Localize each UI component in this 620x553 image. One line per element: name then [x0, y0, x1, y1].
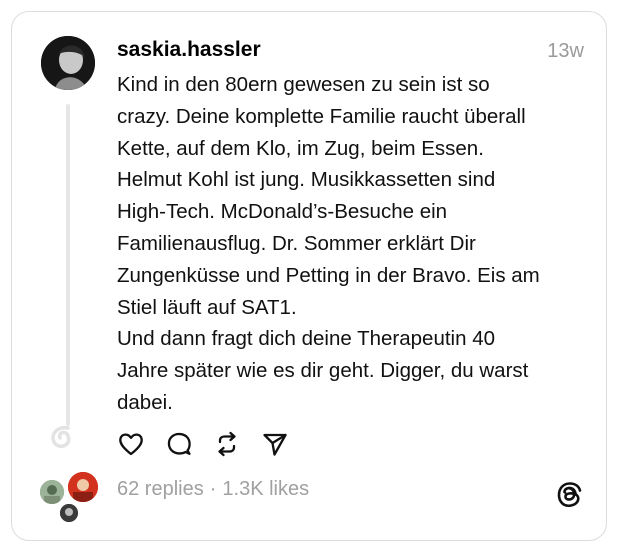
- heart-icon: [119, 433, 143, 456]
- username[interactable]: saskia.hassler: [117, 38, 261, 62]
- replier-avatar: [38, 478, 66, 506]
- post-text-line: dabei.: [117, 390, 173, 414]
- post-text-line: crazy. Deine komplette Familie raucht üb…: [117, 104, 526, 128]
- post-text-line: Kind in den 80ern gewesen zu sein ist so: [117, 73, 490, 96]
- post-timestamp: 13w: [547, 40, 584, 62]
- post-text-line: Zungenküsse und Petting in der Bravo. Ei…: [117, 263, 540, 287]
- post-stats: 62 replies · 1.3K likes: [117, 478, 309, 501]
- post-text-line: Jahre später wie es dir geht. Digger, du…: [117, 359, 529, 383]
- share-icon: [263, 433, 287, 456]
- likes-count[interactable]: 1.3K likes: [222, 478, 309, 500]
- replies-count[interactable]: 62 replies: [117, 478, 204, 500]
- threads-logo-icon: [557, 482, 582, 508]
- stats-separator: ·: [209, 478, 217, 500]
- thread-line: [66, 104, 70, 426]
- post-text-line: Familienausflug. Dr. Sommer erklärt Dir: [117, 231, 476, 255]
- repost-button[interactable]: [213, 430, 241, 458]
- repost-icon: [218, 431, 236, 457]
- post-text-line: Helmut Kohl ist jung. Musikkassetten sin…: [117, 168, 496, 192]
- post-text-line: Und dann fragt dich deine Therapeutin 40: [117, 327, 496, 351]
- thread-loop-icon: [51, 425, 71, 448]
- share-button[interactable]: [261, 430, 289, 458]
- post-text-line: High-Tech. McDonald’s-Besuche ein: [117, 200, 448, 224]
- replier-avatar: [58, 502, 80, 524]
- like-button[interactable]: [117, 430, 145, 458]
- replier-avatar: [66, 470, 100, 504]
- replier-avatars[interactable]: [38, 470, 100, 526]
- post-text-line: Kette, auf dem Klo, im Zug, beim Essen.: [117, 136, 484, 160]
- post-text-line: Stiel läuft auf SAT1.: [117, 295, 297, 319]
- reply-button[interactable]: [165, 430, 193, 458]
- comment-icon: [167, 432, 191, 455]
- post-text: Kind in den 80ern gewesen zu sein ist so…: [117, 69, 587, 419]
- avatar[interactable]: [41, 36, 95, 90]
